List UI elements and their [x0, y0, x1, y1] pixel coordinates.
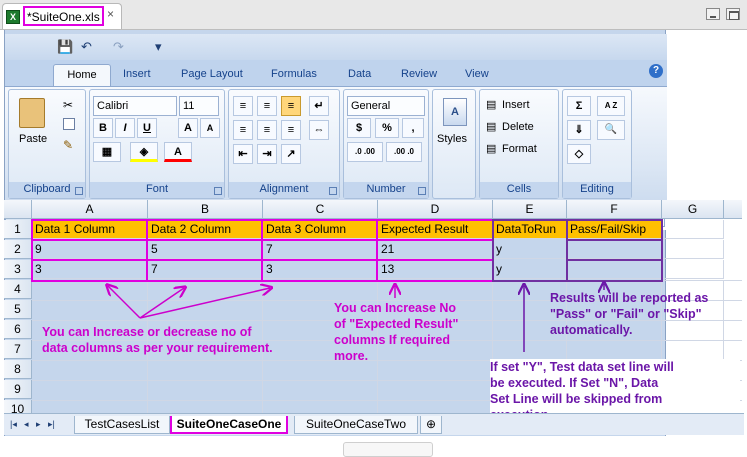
note-line: more. — [334, 349, 369, 363]
first-sheet-icon[interactable]: |◂ — [10, 419, 18, 429]
sheet-tab-bar: |◂ ◂ ▸ ▸| TestCasesList SuiteOneCaseOne … — [4, 413, 744, 435]
note-line: You can Increase No — [334, 301, 457, 315]
status-widget — [343, 442, 433, 457]
note-line: of "Expected Result" — [334, 317, 459, 331]
arrow-to-col-c — [139, 288, 270, 319]
note-line: automatically. — [550, 323, 633, 337]
note-line: columns If required — [334, 333, 450, 347]
note-line: be executed. If Set "N", Data — [490, 376, 659, 390]
next-sheet-icon[interactable]: ▸ — [36, 419, 44, 429]
insert-sheet-icon[interactable]: ⊕ — [420, 416, 442, 434]
note-line: Results will be reported as — [550, 291, 709, 305]
note-line: data columns as per your requirement. — [42, 341, 273, 355]
note-line: If set "Y", Test data set line will — [490, 360, 674, 374]
last-sheet-icon[interactable]: ▸| — [48, 419, 56, 429]
data-columns-note: You can Increase or decrease no of data … — [42, 324, 273, 356]
prev-sheet-icon[interactable]: ◂ — [24, 419, 32, 429]
status-strip — [0, 436, 747, 457]
results-note: Results will be reported as "Pass" or "F… — [550, 290, 708, 338]
note-line: Set Line will be skipped from — [490, 392, 663, 406]
note-line: "Pass" or "Fail" or "Skip" — [550, 307, 702, 321]
arrow-to-col-a — [108, 286, 141, 319]
expected-result-note: You can Increase No of "Expected Result"… — [334, 300, 458, 364]
sheet-tab-suiteonecasetwo[interactable]: SuiteOneCaseTwo — [294, 416, 418, 434]
sheet-tab-suiteonecaseone[interactable]: SuiteOneCaseOne — [170, 416, 288, 434]
sheet-tab-testcaseslist[interactable]: TestCasesList — [74, 416, 170, 434]
note-line: You can Increase or decrease no of — [42, 325, 252, 339]
